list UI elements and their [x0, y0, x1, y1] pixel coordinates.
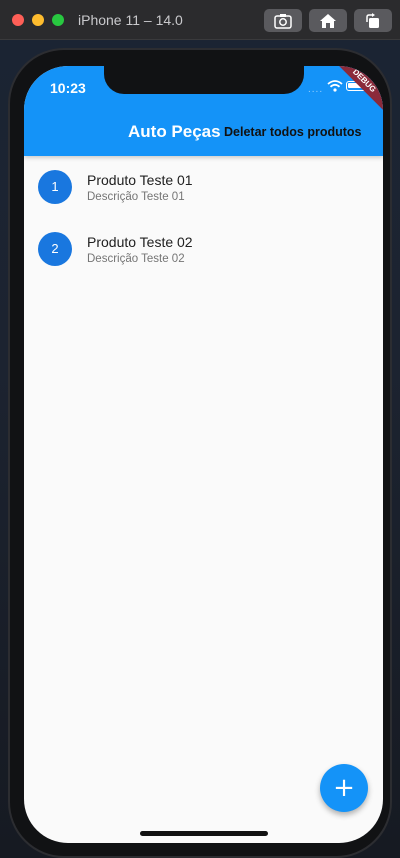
rotate-button[interactable] — [354, 9, 392, 32]
product-description: Descrição Teste 02 — [87, 253, 185, 265]
status-time: 10:23 — [50, 80, 86, 96]
screenshot-button[interactable] — [264, 9, 302, 32]
plus-icon: + — [333, 773, 355, 803]
avatar: 1 — [38, 170, 72, 204]
close-window-button[interactable] — [12, 14, 24, 26]
product-title: Produto Teste 02 — [87, 234, 193, 250]
notch — [104, 66, 304, 94]
wifi-icon — [327, 80, 343, 92]
minimize-window-button[interactable] — [32, 14, 44, 26]
signal-icon: .... — [308, 84, 324, 95]
product-title: Produto Teste 01 — [87, 172, 193, 188]
home-button[interactable] — [309, 9, 347, 32]
home-indicator — [140, 831, 268, 836]
simulator-titlebar: iPhone 11 – 14.0 — [0, 0, 400, 40]
zoom-window-button[interactable] — [52, 14, 64, 26]
delete-all-products-button[interactable]: Deletar todos produtos — [224, 122, 362, 142]
simulator-title: iPhone 11 – 14.0 — [78, 12, 183, 28]
avatar: 2 — [38, 232, 72, 266]
page-title: Auto Peças — [128, 122, 221, 141]
rotate-icon — [366, 12, 379, 28]
home-icon — [320, 13, 336, 28]
list-item[interactable]: 1 Produto Teste 01 Descrição Teste 01 — [24, 156, 383, 218]
app-bar: 10:23 .... DEBUG Auto Peças Deletar todo… — [24, 66, 383, 156]
list-item[interactable]: 2 Produto Teste 02 Descrição Teste 02 — [24, 218, 383, 280]
screenshot-icon — [274, 13, 292, 29]
product-description: Descrição Teste 01 — [87, 191, 185, 203]
app-screen: 10:23 .... DEBUG Auto Peças Deletar todo… — [24, 66, 383, 843]
add-product-button[interactable]: + — [320, 764, 368, 812]
product-list: 1 Produto Teste 01 Descrição Teste 01 2 … — [24, 156, 383, 280]
